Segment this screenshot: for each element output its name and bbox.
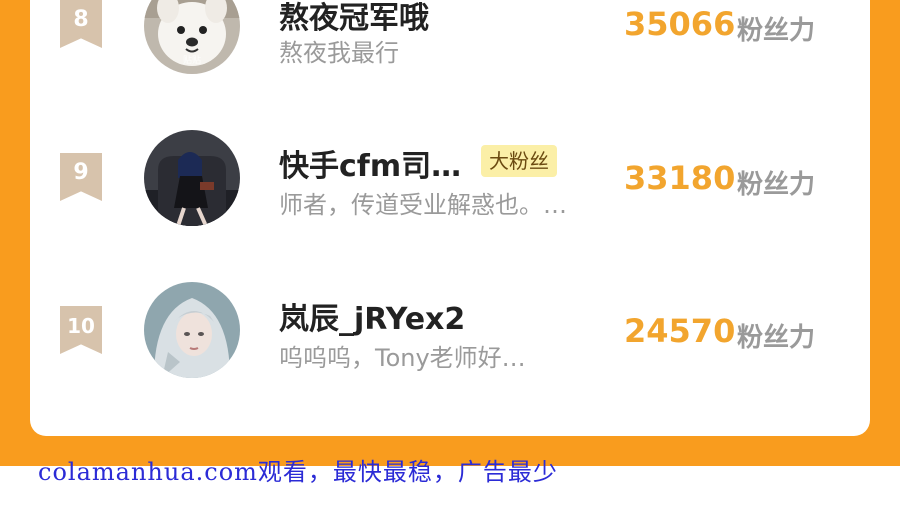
user-avatar[interactable] xyxy=(144,282,240,378)
user-bio: 呜呜呜，Tony老师好… xyxy=(279,344,526,372)
fans-power-value: 33180 xyxy=(624,159,736,197)
big-fan-badge: 大粉丝 xyxy=(481,145,557,177)
ranking-row[interactable]: 8 贴贴 熬夜冠军哦 熬夜我最行 35066 粉丝力 xyxy=(30,0,870,105)
fans-power-label: 粉丝力 xyxy=(737,323,816,353)
user-bio: 师者，传道受业解惑也。… xyxy=(279,191,567,219)
rank-badge: 10 xyxy=(60,306,102,354)
username[interactable]: 熬夜冠军哦 xyxy=(279,0,429,37)
fans-power-label: 粉丝力 xyxy=(737,170,816,200)
rank-badge: 8 xyxy=(60,0,102,48)
user-avatar[interactable]: 贴贴 xyxy=(144,0,240,74)
user-avatar[interactable] xyxy=(144,130,240,226)
fans-power-label: 粉丝力 xyxy=(737,16,816,46)
fans-power-value: 24570 xyxy=(624,312,736,350)
avatar-watermark: 贴贴 xyxy=(182,56,201,66)
anime-character-avatar-icon xyxy=(144,130,240,226)
username[interactable]: 快手cfm司… xyxy=(279,141,461,185)
ranking-card: 8 贴贴 熬夜冠军哦 熬夜我最行 35066 粉丝力 9 快手cfm司… 大粉丝… xyxy=(30,0,870,436)
silver-hair-girl-avatar-icon xyxy=(144,282,240,378)
username[interactable]: 岚辰_jRYex2 xyxy=(279,294,465,338)
rank-badge: 9 xyxy=(60,153,102,201)
fans-power-value: 35066 xyxy=(624,5,736,43)
ranking-row[interactable]: 9 快手cfm司… 大粉丝 师者，传道受业解惑也。… 33180 粉丝力 xyxy=(30,105,870,255)
ranking-row[interactable]: 10 岚辰_jRYex2 呜呜呜，Tony老师好… 24570 粉丝力 xyxy=(30,258,870,408)
footer-ad-text: colamanhua.com观看，最快最稳，广告最少 xyxy=(38,458,558,486)
user-bio: 熬夜我最行 xyxy=(279,39,399,67)
